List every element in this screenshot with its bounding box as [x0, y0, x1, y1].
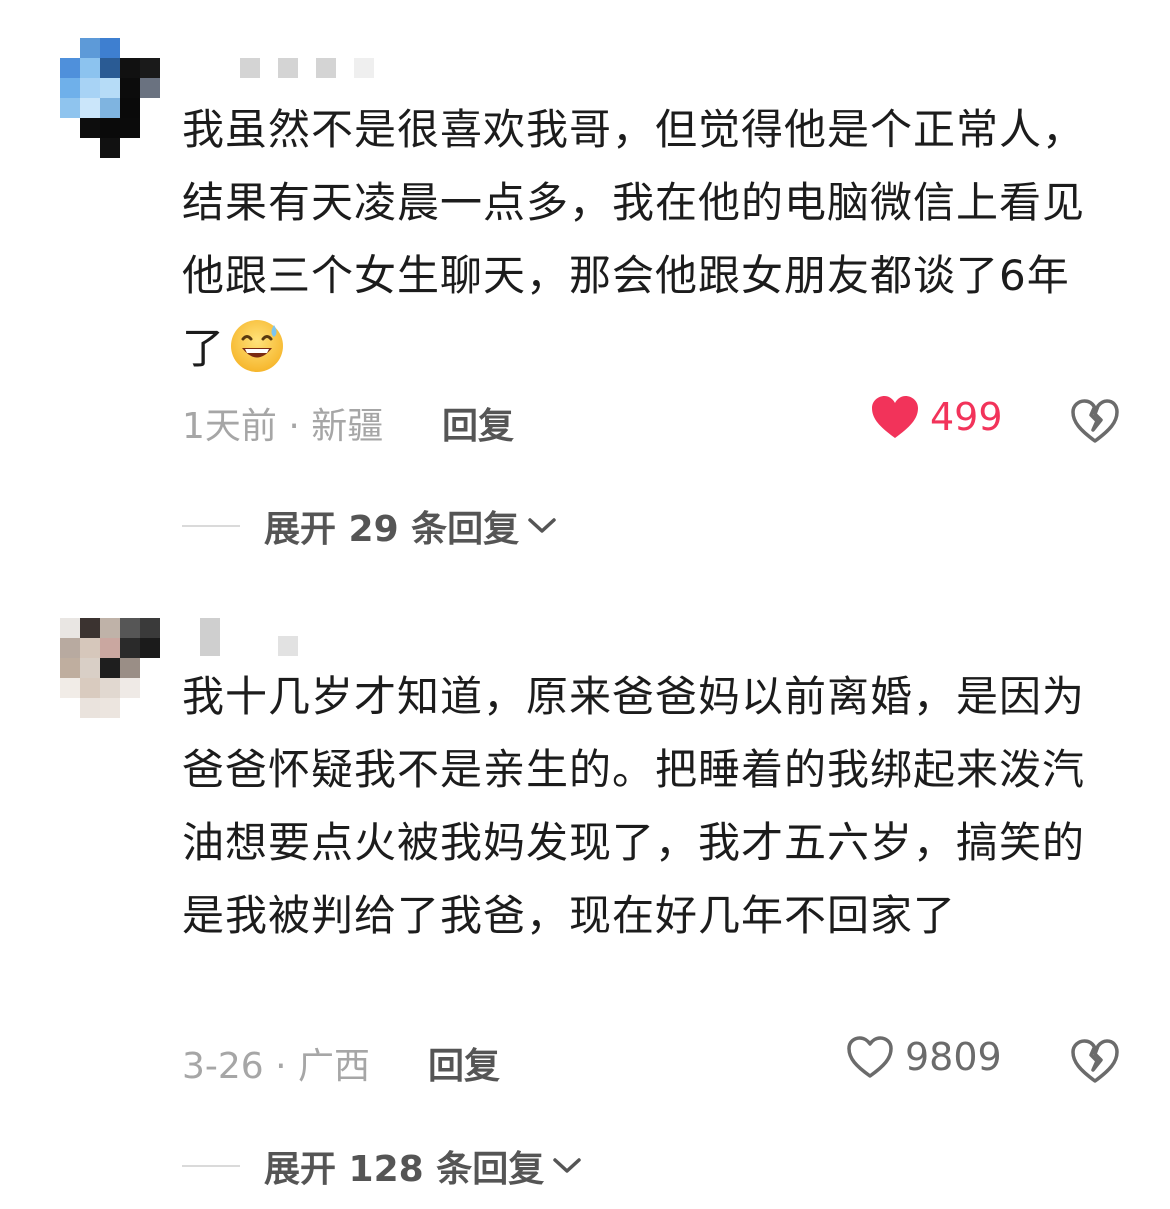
heart-outline-icon: [847, 1036, 893, 1078]
avatar[interactable]: [60, 38, 160, 158]
broken-heart-icon[interactable]: [1070, 398, 1120, 444]
expand-replies-label: 展开 128 条回复: [264, 1149, 545, 1190]
like-count: 9809: [905, 1035, 1002, 1079]
grinning-sweat-face-icon: [231, 320, 284, 372]
comment-meta: 1天前 · 新疆: [182, 406, 384, 447]
username-redacted[interactable]: [240, 58, 374, 80]
avatar[interactable]: [60, 618, 160, 738]
expand-replies-label: 展开 29 条回复: [264, 509, 520, 550]
chevron-down-icon: [553, 1158, 581, 1173]
divider-line: [182, 1165, 240, 1167]
expand-replies-button[interactable]: 展开 29 条回复: [182, 500, 559, 552]
comment-text: 我虽然不是很喜欢我哥，但觉得他是个正常人，结果有天凌晨一点多，我在他的电脑微信上…: [182, 105, 1086, 373]
like-count: 499: [930, 395, 1003, 439]
like-button[interactable]: 9809: [845, 1034, 1002, 1080]
comment-meta: 3-26 · 广西: [182, 1046, 371, 1087]
broken-heart-icon[interactable]: [1070, 1038, 1120, 1084]
chevron-down-icon: [528, 518, 556, 533]
like-button[interactable]: 499: [870, 394, 1003, 440]
reply-button[interactable]: 回复: [428, 1037, 500, 1089]
comment-text: 我十几岁才知道，原来爸爸妈以前离婚，是因为爸爸怀疑我不是亲生的。把睡着的我绑起来…: [182, 672, 1086, 940]
reply-button[interactable]: 回复: [442, 397, 514, 449]
expand-replies-button[interactable]: 展开 128 条回复: [182, 1140, 584, 1192]
heart-filled-icon: [872, 396, 918, 438]
username-redacted[interactable]: [200, 618, 298, 656]
divider-line: [182, 525, 240, 527]
comment-item: 我虽然不是很喜欢我哥，但觉得他是个正常人，结果有天凌晨一点多，我在他的电脑微信上…: [0, 0, 1170, 580]
